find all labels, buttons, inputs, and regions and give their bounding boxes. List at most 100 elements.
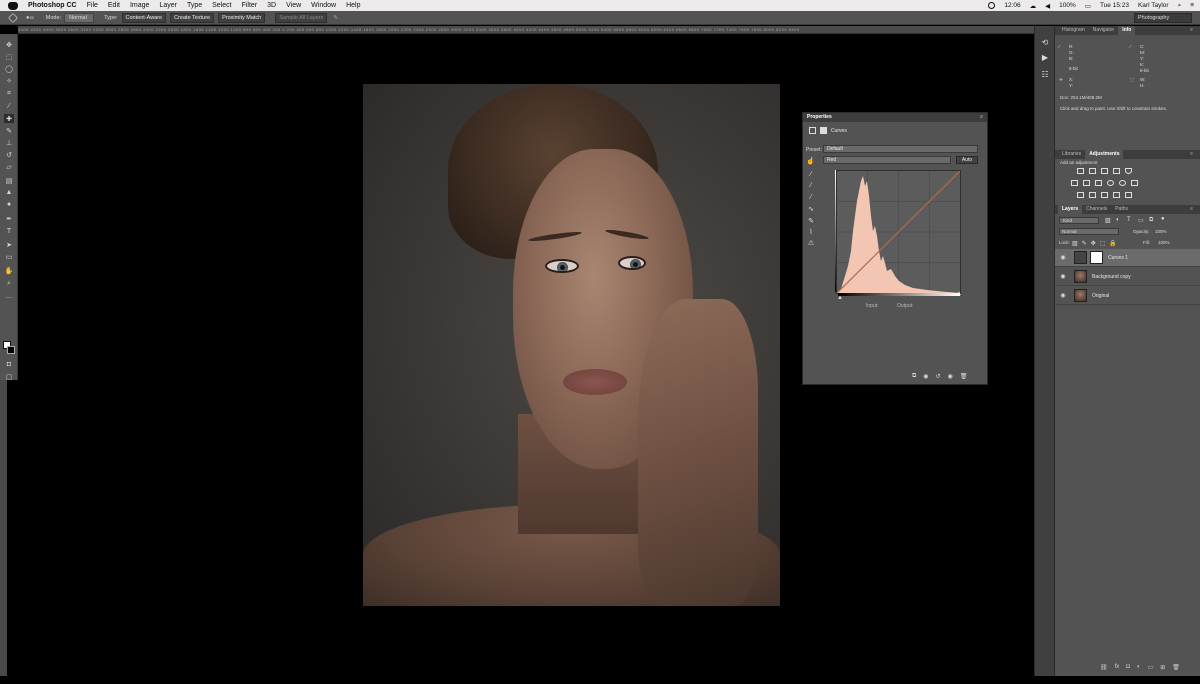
battery-icon[interactable]: ▭ [1085,2,1091,10]
threshold-icon[interactable] [1101,192,1108,198]
content-aware-button[interactable]: Content-Aware [121,12,167,23]
healing-brush-tool-icon[interactable] [8,12,18,23]
vibrance-icon[interactable] [1125,168,1132,174]
notification-icon[interactable]: ≡ [1190,2,1194,9]
brightness-contrast-icon[interactable] [1077,168,1084,174]
app-name[interactable]: Photoshop CC [28,2,77,9]
tab-info[interactable]: Info [1118,26,1136,35]
visibility-icon[interactable]: ◉ [948,373,953,380]
opacity-value[interactable]: 100% [1155,229,1167,234]
draw-curve-icon[interactable]: ✎ [806,217,816,226]
white-point-eyedropper-icon[interactable]: ⁄ [806,194,816,203]
smooth-curve-icon[interactable]: ⌇ [806,228,816,237]
channel-select[interactable]: Red [823,156,951,164]
selective-color-icon[interactable] [1125,192,1132,198]
tab-adjustments[interactable]: Adjustments [1085,150,1124,159]
clone-stamp-tool-icon[interactable]: ⊥ [4,138,14,147]
dodge-tool-icon[interactable]: ● [4,200,14,209]
color-balance-icon[interactable] [1083,180,1090,186]
create-texture-button[interactable]: Create Texture [170,12,215,23]
mask-icon[interactable] [820,127,827,134]
menu-3d[interactable]: 3D [267,2,276,9]
channel-mixer-icon[interactable] [1119,180,1126,186]
actions-icon[interactable]: ▶ [1040,53,1050,62]
tab-channels[interactable]: Channels [1082,205,1111,214]
menu-select[interactable]: Select [212,2,231,9]
lock-options-icon[interactable]: ▧✎✥⬚🔒 [1072,240,1121,247]
blur-tool-icon[interactable]: ▲ [4,188,14,197]
auto-button[interactable]: Auto [956,156,978,164]
eyedropper-tool-icon[interactable]: ⁄ [4,102,14,111]
black-point-slider-icon[interactable]: ▲ [837,295,843,301]
hand-tool-icon[interactable]: ✋ [4,266,14,275]
menu-layer[interactable]: Layer [159,2,177,9]
portrait-image[interactable] [363,84,780,606]
tab-layers[interactable]: Layers [1058,205,1083,214]
record-status-icon[interactable] [988,2,996,9]
hue-saturation-icon[interactable] [1071,180,1078,186]
menu-type[interactable]: Type [187,2,202,9]
levels-icon[interactable] [1089,168,1096,174]
properties-icon[interactable]: ☷ [1040,70,1050,79]
fill-value[interactable]: 100% [1158,240,1170,245]
new-group-icon[interactable]: ▭ [1148,664,1154,671]
zoom-tool-icon[interactable]: ⌕ [4,279,14,288]
layer-name[interactable]: Curves 1 [1108,255,1128,261]
eraser-tool-icon[interactable]: ▱ [4,162,14,171]
proximity-match-button[interactable]: Proximity Match [218,12,266,23]
brush-tool-icon[interactable]: ✎ [4,126,14,135]
filter-pixel-icon[interactable]: ▧ [1105,217,1111,224]
black-point-eyedropper-icon[interactable]: ⁄ [806,171,816,180]
volume-icon[interactable]: ◀ [1045,2,1050,10]
link-layers-icon[interactable]: ⛓ [1100,664,1108,671]
filter-adjustment-icon[interactable]: ◐ [1116,217,1120,223]
layers-menu-icon[interactable]: ≡ [1186,205,1197,214]
menu-file[interactable]: File [87,2,98,9]
gray-point-eyedropper-icon[interactable]: ⁄ [806,182,816,191]
new-layer-icon[interactable]: ⊞ [1160,664,1165,671]
history-brush-tool-icon[interactable]: ↺ [4,150,14,159]
apple-logo-icon[interactable] [8,1,18,10]
visibility-eye-icon[interactable]: ◉ [1058,254,1068,261]
view-previous-icon[interactable]: ◉ [923,373,928,380]
spot-healing-tool-icon[interactable]: ✚ [4,114,14,123]
screen-mode-icon[interactable]: ▢ [4,372,14,381]
adjustments-menu-icon[interactable]: ≡ [1186,150,1197,159]
more-tools-icon[interactable]: … [4,292,14,301]
spotlight-icon[interactable]: ⌕ [1178,2,1182,10]
path-select-tool-icon[interactable]: ➤ [4,240,14,249]
gradient-map-icon[interactable] [1113,192,1120,198]
filter-shape-icon[interactable]: ▭ [1138,217,1144,224]
workspace-select[interactable]: Photography [1134,13,1192,23]
info-menu-icon[interactable]: ≡ [1186,26,1197,35]
layer-name[interactable]: Original [1092,293,1109,299]
delete-layer-icon[interactable]: 🗑 [1172,664,1180,671]
invert-icon[interactable] [1077,192,1084,198]
on-image-adjust-icon[interactable]: ☝ [806,157,815,165]
history-icon[interactable]: ⟲ [1040,38,1050,47]
layer-name[interactable]: Background copy [1092,274,1131,280]
color-lookup-icon[interactable] [1131,180,1138,186]
move-tool-icon[interactable]: ✥ [4,40,14,49]
photo-filter-icon[interactable] [1107,180,1114,186]
user-name[interactable]: Karl Taylor [1138,2,1169,9]
quick-mask-icon[interactable]: ◘ [4,360,14,369]
visibility-eye-icon[interactable]: ◉ [1058,292,1068,299]
visibility-eye-icon[interactable]: ◉ [1058,273,1068,280]
exposure-icon[interactable] [1113,168,1120,174]
marquee-tool-icon[interactable]: ⬚ [4,52,14,61]
crop-tool-icon[interactable]: ⌗ [4,89,14,98]
shape-tool-icon[interactable]: ▭ [4,252,14,261]
tab-histogram[interactable]: Histogram [1058,26,1089,35]
posterize-icon[interactable] [1089,192,1096,198]
add-mask-icon[interactable]: ◘ [1126,664,1130,671]
panel-menu-icon[interactable]: ≡ [980,113,983,122]
pen-tool-icon[interactable]: ✒ [4,214,14,223]
mode-select[interactable]: Normal [64,12,95,23]
trash-icon[interactable]: 🗑 [960,373,968,380]
gradient-tool-icon[interactable]: ▤ [4,176,14,185]
layer-row[interactable]: ◉ Original [1055,287,1200,305]
filter-toggle-icon[interactable]: ● [1161,216,1165,222]
preset-select[interactable]: Default [823,145,978,153]
cloud-icon[interactable]: ☁ [1030,2,1037,10]
